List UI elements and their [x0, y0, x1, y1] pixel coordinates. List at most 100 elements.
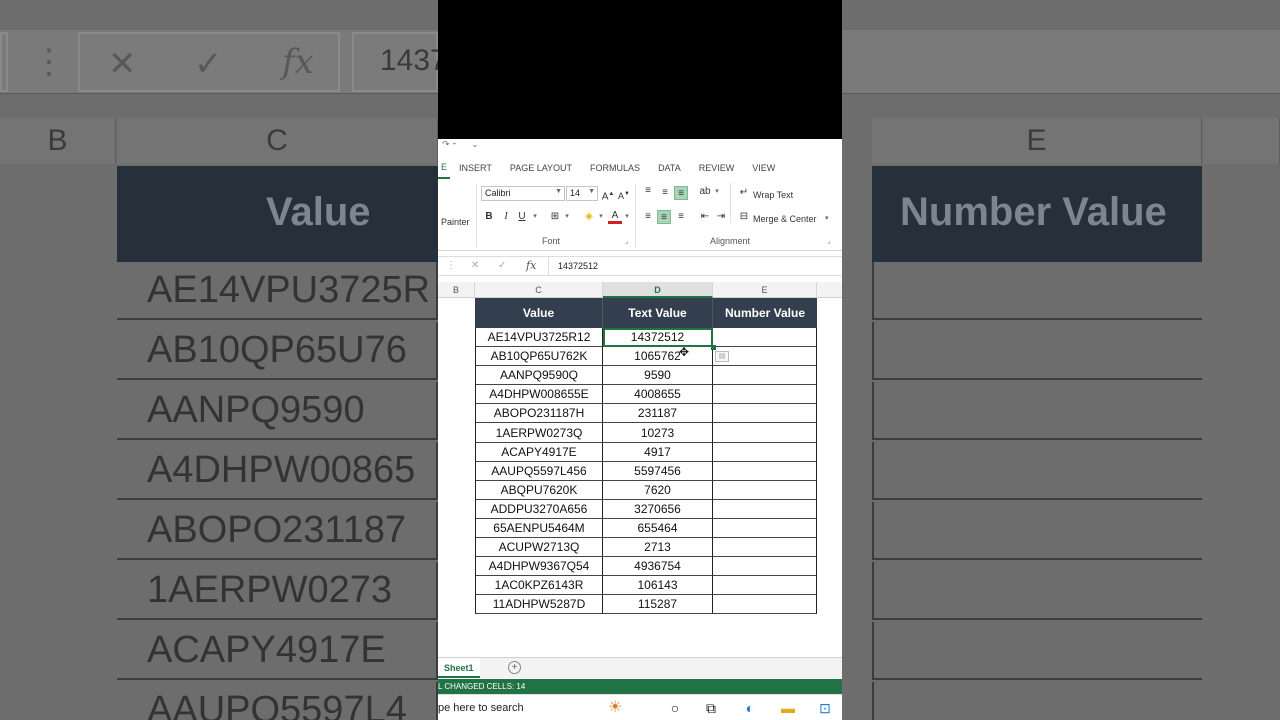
add-sheet-icon[interactable]: +: [508, 661, 521, 674]
sheet-tab-sheet1[interactable]: Sheet1: [438, 658, 480, 678]
header-number-value[interactable]: Number Value: [713, 298, 817, 328]
cortana-icon[interactable]: ○: [665, 698, 685, 718]
cell-text-value[interactable]: 1065762: [603, 347, 713, 367]
underline-icon[interactable]: U: [515, 210, 529, 224]
cell-number-value[interactable]: [713, 576, 817, 596]
cell-value[interactable]: ACAPY4917E: [475, 442, 603, 462]
cell-value[interactable]: 1AERPW0273Q: [475, 423, 603, 443]
cell-value[interactable]: AANPQ9590Q: [475, 366, 603, 386]
task-view-icon[interactable]: ⧉: [701, 698, 721, 718]
cell-value[interactable]: 1AC0KPZ6143R: [475, 576, 603, 596]
cell-number-value[interactable]: [713, 518, 817, 539]
cell-text-value[interactable]: 10273: [603, 423, 713, 443]
cell-value[interactable]: ABQPU7620K: [475, 480, 603, 500]
chevron-down-icon[interactable]: ▾: [560, 210, 574, 224]
weather-icon[interactable]: ☀: [601, 698, 629, 718]
align-left-icon[interactable]: ≡: [641, 210, 655, 224]
col-header-f[interactable]: [817, 282, 842, 298]
format-painter-button[interactable]: Painter: [441, 217, 470, 227]
formula-input[interactable]: 14372512: [548, 257, 842, 275]
cell-value[interactable]: ABOPO231187H: [475, 404, 603, 424]
cell-value[interactable]: AE14VPU3725R12: [475, 328, 603, 348]
cell-text-value[interactable]: 2713: [603, 538, 713, 558]
italic-icon[interactable]: I: [499, 210, 513, 224]
cell-text-value[interactable]: 4917: [603, 442, 713, 462]
cell-text-value[interactable]: 5597456: [603, 461, 713, 481]
wrap-text-button[interactable]: Wrap Text: [753, 190, 793, 200]
cell-number-value[interactable]: [713, 442, 817, 462]
align-middle-icon[interactable]: ≡: [658, 186, 672, 200]
increase-indent-icon[interactable]: ⇥: [714, 210, 728, 224]
chevron-down-icon[interactable]: ▾: [528, 210, 542, 224]
cancel-icon[interactable]: ✕: [471, 260, 479, 271]
cell-value[interactable]: A4DHPW9367Q54: [475, 557, 603, 577]
col-header-b[interactable]: B: [438, 282, 475, 298]
decrease-indent-icon[interactable]: ⇤: [698, 210, 712, 224]
merge-center-icon[interactable]: ⊟: [737, 210, 751, 224]
cell-text-value[interactable]: 4936754: [603, 557, 713, 577]
cell-number-value[interactable]: [713, 385, 817, 405]
bold-icon[interactable]: B: [482, 210, 496, 224]
font-name-select[interactable]: Calibri ▼: [481, 186, 565, 201]
cell-value[interactable]: ADDPU3270A656: [475, 499, 603, 519]
cell-number-value[interactable]: [713, 538, 817, 558]
shrink-font-icon[interactable]: A▼: [617, 187, 631, 201]
header-value[interactable]: Value: [475, 298, 603, 328]
font-dialog-launcher-icon[interactable]: ⌟: [625, 237, 628, 245]
align-center-icon[interactable]: ≡: [657, 210, 671, 224]
merge-center-button[interactable]: Merge & Center: [753, 214, 817, 224]
cell-number-value[interactable]: [713, 480, 817, 500]
store-icon[interactable]: ⊡: [815, 698, 835, 718]
chevron-down-icon[interactable]: ▾: [594, 210, 608, 224]
cell-number-value[interactable]: [713, 328, 817, 348]
align-top-icon[interactable]: ≡: [641, 184, 655, 198]
tab-data[interactable]: DATA: [649, 163, 690, 173]
chevron-down-icon[interactable]: ▾: [825, 214, 829, 222]
insert-function-icon[interactable]: fx: [526, 259, 536, 272]
tab-formulas[interactable]: FORMULAS: [581, 163, 649, 173]
col-header-d[interactable]: D: [603, 282, 713, 298]
edge-icon[interactable]: ◐: [740, 698, 760, 718]
tab-page-layout[interactable]: PAGE LAYOUT: [501, 163, 581, 173]
col-header-c[interactable]: C: [475, 282, 603, 298]
cell-text-value[interactable]: 106143: [603, 576, 713, 596]
cell-number-value[interactable]: [713, 557, 817, 577]
cell-number-value[interactable]: [713, 499, 817, 519]
cell-text-value[interactable]: 115287: [603, 595, 713, 615]
cell-text-value[interactable]: 7620: [603, 480, 713, 500]
cell-text-value[interactable]: 655464: [603, 518, 713, 539]
cell-number-value[interactable]: [713, 461, 817, 481]
align-right-icon[interactable]: ≡: [674, 210, 688, 224]
alignment-dialog-launcher-icon[interactable]: ⌟: [827, 237, 830, 245]
fill-handle[interactable]: [711, 345, 716, 350]
file-explorer-icon[interactable]: ▬: [778, 698, 798, 718]
cell-value[interactable]: A4DHPW008655E: [475, 385, 603, 405]
cell-text-value[interactable]: 4008655: [603, 385, 713, 405]
cell-text-value[interactable]: 3270656: [603, 499, 713, 519]
cell-value[interactable]: 65AENPU5464M: [475, 518, 603, 539]
cell-value[interactable]: AB10QP65U762K: [475, 347, 603, 367]
header-text-value[interactable]: Text Value: [603, 298, 713, 328]
enter-icon[interactable]: ✓: [498, 260, 506, 271]
cell-number-value[interactable]: [713, 423, 817, 443]
wrap-text-icon[interactable]: ↵: [737, 186, 751, 200]
col-header-e[interactable]: E: [713, 282, 817, 298]
redo-icon[interactable]: ↷ ⁃: [442, 139, 457, 149]
paste-options-icon[interactable]: ▤: [715, 351, 729, 362]
cell-text-value[interactable]: 14372512: [603, 328, 713, 348]
taskbar-search[interactable]: pe here to search: [438, 695, 598, 720]
chevron-down-icon[interactable]: ▾: [710, 185, 724, 199]
cell-number-value[interactable]: [713, 595, 817, 615]
tab-view[interactable]: VIEW: [743, 163, 784, 173]
cell-value[interactable]: 11ADHPW5287D: [475, 595, 603, 615]
cell-value[interactable]: ACUPW2713Q: [475, 538, 603, 558]
grow-font-icon[interactable]: A▲: [601, 187, 615, 202]
cell-value[interactable]: AAUPQ5597L456: [475, 461, 603, 481]
cell-number-value[interactable]: [713, 404, 817, 424]
tab-insert[interactable]: INSERT: [450, 163, 501, 173]
tab-review[interactable]: REVIEW: [690, 163, 744, 173]
tab-home[interactable]: E: [438, 157, 451, 179]
chevron-down-icon[interactable]: ▾: [620, 210, 634, 224]
cell-number-value[interactable]: [713, 366, 817, 386]
font-size-select[interactable]: 14 ▼: [566, 186, 598, 201]
